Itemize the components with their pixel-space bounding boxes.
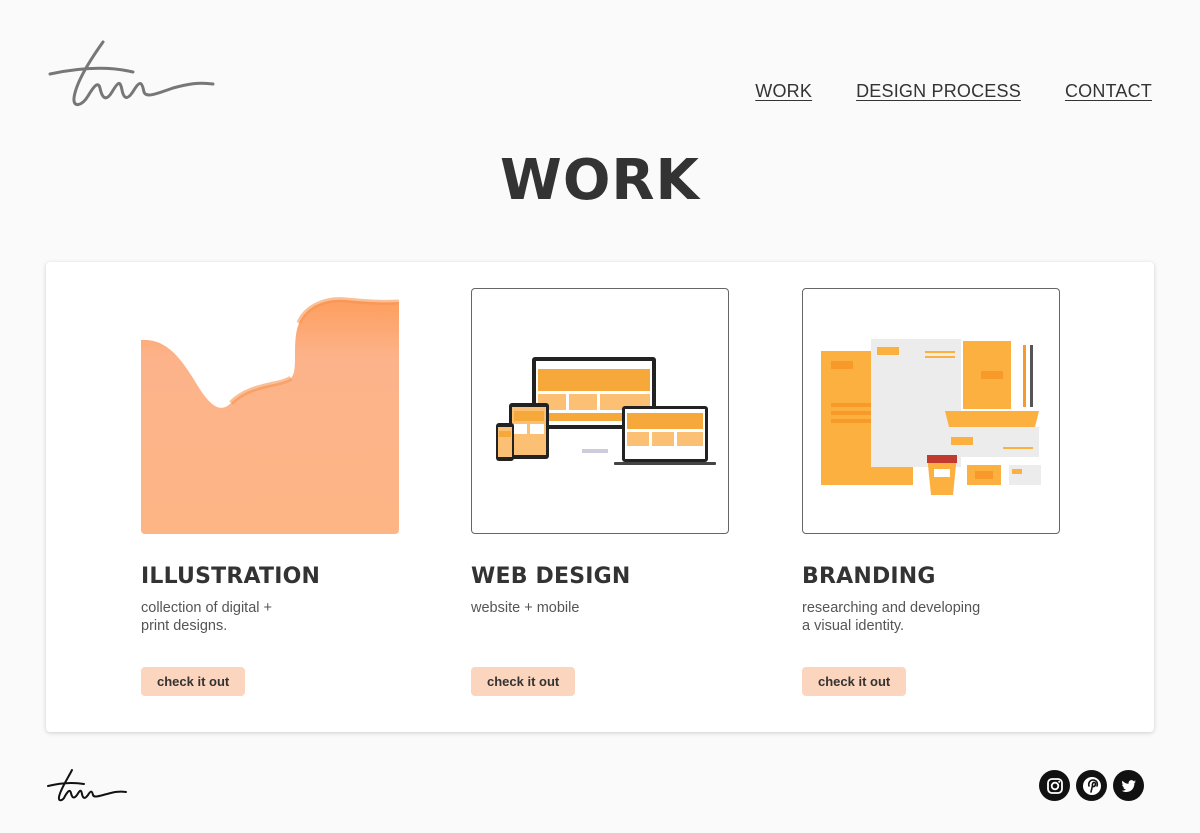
pinterest-icon[interactable] [1076, 770, 1107, 801]
work-card-branding: BRANDING researching and developing a vi… [802, 288, 1060, 696]
card-description: website + mobile [471, 600, 580, 616]
nav-design-process[interactable]: DESIGN PROCESS [856, 81, 1021, 102]
card-description: researching and developing a visual iden… [802, 600, 981, 634]
work-card-illustration: ILLUSTRATION collection of digital + pri… [141, 288, 399, 696]
check-it-out-button[interactable]: check it out [471, 667, 576, 696]
card-title: WEB DESIGN [471, 564, 631, 589]
illustration-image [141, 297, 399, 534]
stationery-mockup-image [821, 339, 1041, 495]
card-title: ILLUSTRATION [141, 564, 321, 589]
page-title: WORK [500, 148, 700, 213]
footer-signature-logo[interactable] [46, 768, 128, 804]
work-card-web-design: WEB DESIGN website + mobile check it out [471, 288, 729, 696]
instagram-icon[interactable] [1039, 770, 1070, 801]
branding-thumbnail[interactable] [802, 288, 1060, 534]
social-links [1039, 770, 1144, 801]
twitter-icon[interactable] [1113, 770, 1144, 801]
nav-contact[interactable]: CONTACT [1065, 81, 1152, 102]
web-design-thumbnail[interactable] [471, 288, 729, 534]
nav-work[interactable]: WORK [755, 81, 812, 102]
card-title: BRANDING [802, 564, 936, 589]
check-it-out-button[interactable]: check it out [141, 667, 246, 696]
devices-mockup-image [496, 357, 716, 465]
work-panel: ILLUSTRATION collection of digital + pri… [46, 262, 1154, 732]
card-description: collection of digital + print designs. [141, 600, 272, 634]
check-it-out-button[interactable]: check it out [802, 667, 907, 696]
main-nav: WORK DESIGN PROCESS CONTACT [755, 81, 1152, 102]
signature-logo[interactable] [48, 36, 223, 111]
illustration-thumbnail[interactable] [141, 288, 399, 534]
